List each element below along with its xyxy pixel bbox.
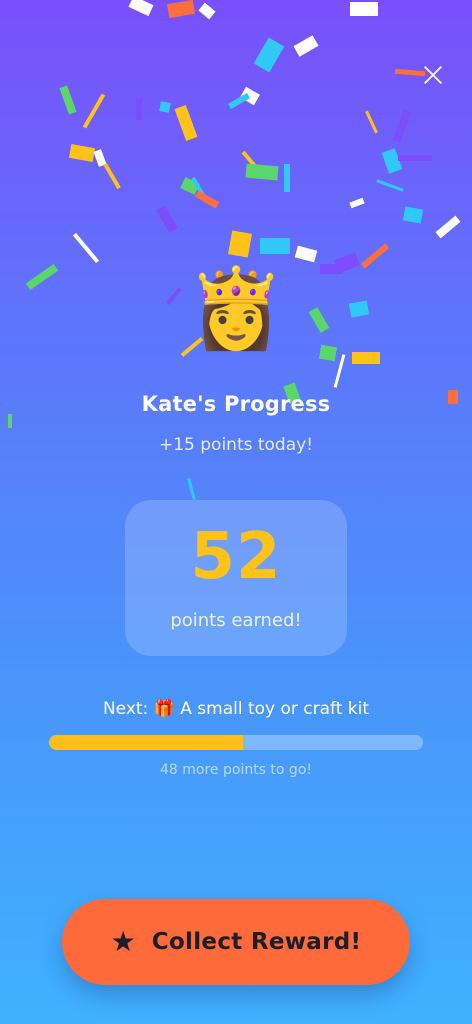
confetti-piece (159, 101, 171, 113)
confetti-piece (402, 206, 424, 224)
confetti-piece (174, 104, 198, 142)
confetti-piece (187, 477, 196, 501)
confetti-piece (191, 176, 209, 204)
confetti-piece (334, 252, 360, 274)
confetti-piece (166, 287, 182, 305)
points-value: 52 (190, 520, 282, 594)
next-reward-label: Next: 🎁 A small toy or craft kit (102, 699, 370, 719)
confetti-piece (103, 162, 121, 190)
confetti-piece (350, 2, 378, 16)
reward-progress-bar (49, 735, 423, 750)
confetti-piece (156, 205, 178, 233)
confetti-piece (348, 300, 370, 318)
confetti-piece (72, 232, 100, 264)
confetti-piece (198, 2, 216, 20)
confetti-piece (392, 109, 412, 143)
confetti-piece (8, 414, 12, 428)
confetti-piece (93, 149, 107, 167)
confetti-piece (25, 263, 59, 291)
points-remaining-text: 48 more points to go! (160, 762, 312, 778)
confetti-piece (260, 238, 290, 254)
confetti-piece (227, 92, 251, 110)
confetti-piece (308, 307, 330, 333)
confetti-piece (253, 37, 285, 73)
points-label: points earned! (170, 610, 302, 631)
confetti-piece (284, 164, 290, 192)
page-title: Kate's Progress (141, 392, 331, 416)
confetti-piece (352, 352, 380, 364)
confetti-piece (68, 144, 96, 162)
confetti-piece (365, 110, 378, 134)
confetti-piece (59, 85, 77, 115)
confetti-piece (435, 215, 461, 239)
confetti-piece (349, 197, 365, 209)
confetti-piece (318, 344, 338, 362)
confetti-piece (136, 98, 142, 120)
confetti-piece (320, 264, 342, 274)
confetti-piece (194, 190, 220, 209)
confetti-piece (128, 0, 154, 17)
confetti-piece (398, 155, 432, 161)
confetti-piece (241, 150, 267, 180)
confetti-piece (293, 35, 319, 57)
reward-progress-fill (49, 735, 244, 750)
confetti-piece (294, 245, 318, 263)
confetti-piece (376, 179, 404, 192)
confetti-piece (240, 86, 260, 106)
confetti-piece (381, 148, 403, 174)
close-icon[interactable] (420, 62, 446, 88)
points-card: 52 points earned! (125, 500, 347, 656)
confetti-piece (166, 0, 196, 19)
points-today-text: +15 points today! (158, 435, 314, 455)
collect-reward-button[interactable]: ★ Collect Reward! (62, 899, 410, 985)
confetti-piece (82, 93, 106, 129)
star-icon: ★ (110, 925, 136, 958)
confetti-piece (180, 177, 200, 195)
queen-avatar-icon: 👸 (187, 264, 285, 354)
confetti-piece (245, 163, 279, 181)
confetti-piece (360, 243, 390, 269)
confetti-piece (333, 354, 346, 388)
collect-reward-label: Collect Reward! (151, 929, 362, 955)
